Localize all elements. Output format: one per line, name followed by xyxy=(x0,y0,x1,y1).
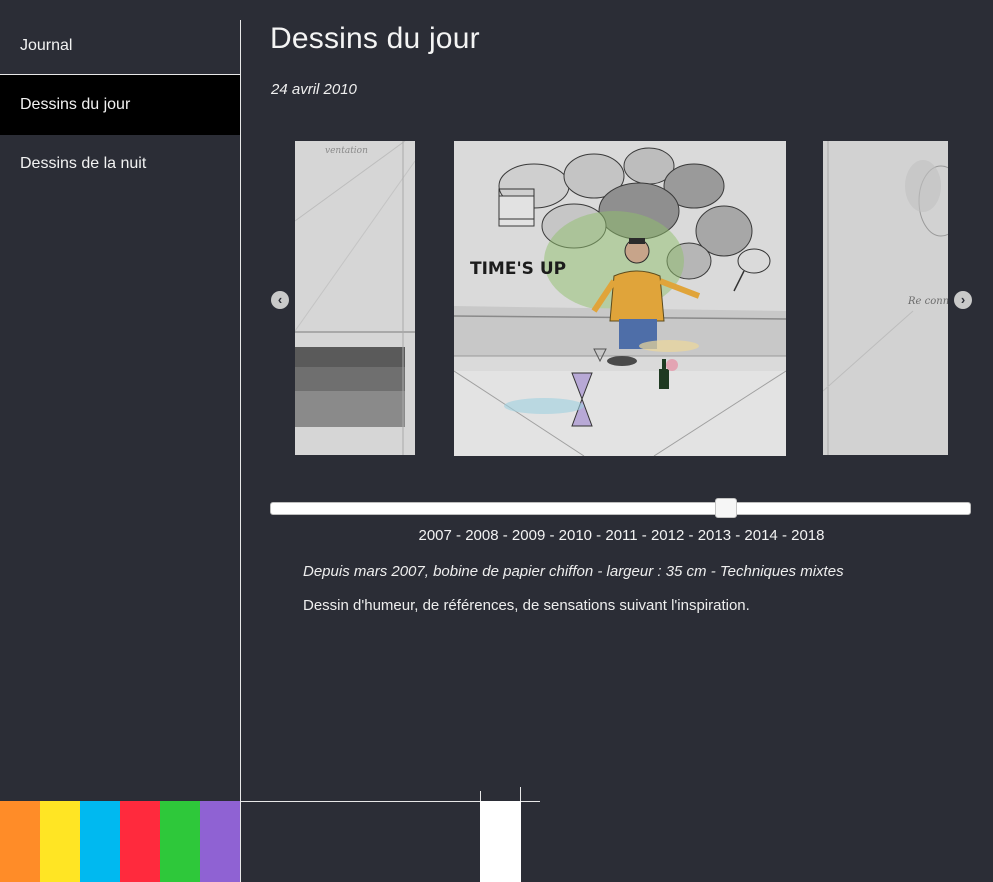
year-link[interactable]: 2007 xyxy=(418,527,451,544)
color-swatches xyxy=(0,801,240,882)
carousel-slide-previous[interactable]: ventation xyxy=(295,141,415,455)
slide-caption-next: Re conn xyxy=(907,296,948,307)
carousel-prev-button[interactable]: ‹ xyxy=(271,291,289,309)
year-slider[interactable] xyxy=(270,502,971,515)
carousel-slide-current[interactable]: TIME'S UP xyxy=(454,141,786,456)
year-link[interactable]: 2012 xyxy=(651,527,684,544)
swatch-orange xyxy=(0,801,40,882)
drawing-thumbnail-previous: ventation xyxy=(295,141,415,455)
chevron-left-icon: ‹ xyxy=(277,292,283,307)
swatch-yellow xyxy=(40,801,80,882)
year-link[interactable]: 2018 xyxy=(791,527,824,544)
drawing-date: 24 avril 2010 xyxy=(271,81,357,98)
series-details: Depuis mars 2007, bobine de papier chiff… xyxy=(303,563,844,580)
sidebar-item-dessins-de-la-nuit[interactable]: Dessins de la nuit xyxy=(0,135,240,193)
decorative-tick xyxy=(520,787,521,802)
sidebar-divider xyxy=(240,20,241,882)
drawing-caption: TIME'S UP xyxy=(470,259,566,279)
year-link[interactable]: 2008 xyxy=(465,527,498,544)
year-link[interactable]: 2013 xyxy=(698,527,731,544)
year-link[interactable]: 2009 xyxy=(512,527,545,544)
swatch-red xyxy=(120,801,160,882)
chevron-right-icon: › xyxy=(960,292,966,307)
year-link[interactable]: 2014 xyxy=(744,527,777,544)
sidebar-item-dessins-du-jour[interactable]: Dessins du jour xyxy=(0,75,240,135)
carousel-next-button[interactable]: › xyxy=(954,291,972,309)
page-title: Dessins du jour xyxy=(270,22,480,55)
drawing-thumbnail-next: Re conn xyxy=(823,141,948,455)
decorative-white-block xyxy=(480,801,521,882)
series-description: Dessin d'humeur, de références, de sensa… xyxy=(303,597,750,614)
carousel-slide-next[interactable]: Re conn xyxy=(823,141,948,455)
swatch-blue xyxy=(80,801,120,882)
year-link[interactable]: 2011 xyxy=(605,527,637,544)
slide-caption-previous: ventation xyxy=(325,146,368,156)
sidebar-item-journal[interactable]: Journal xyxy=(0,0,240,75)
drawing-current: TIME'S UP xyxy=(454,141,786,456)
swatch-green xyxy=(160,801,200,882)
year-slider-handle[interactable] xyxy=(715,498,737,518)
swatch-purple xyxy=(200,801,240,882)
sidebar: Journal Dessins du jour Dessins de la nu… xyxy=(0,0,240,801)
year-link[interactable]: 2010 xyxy=(559,527,592,544)
year-list: 2007 - 2008 - 2009 - 2010 - 2011 - 2012 … xyxy=(418,527,825,544)
